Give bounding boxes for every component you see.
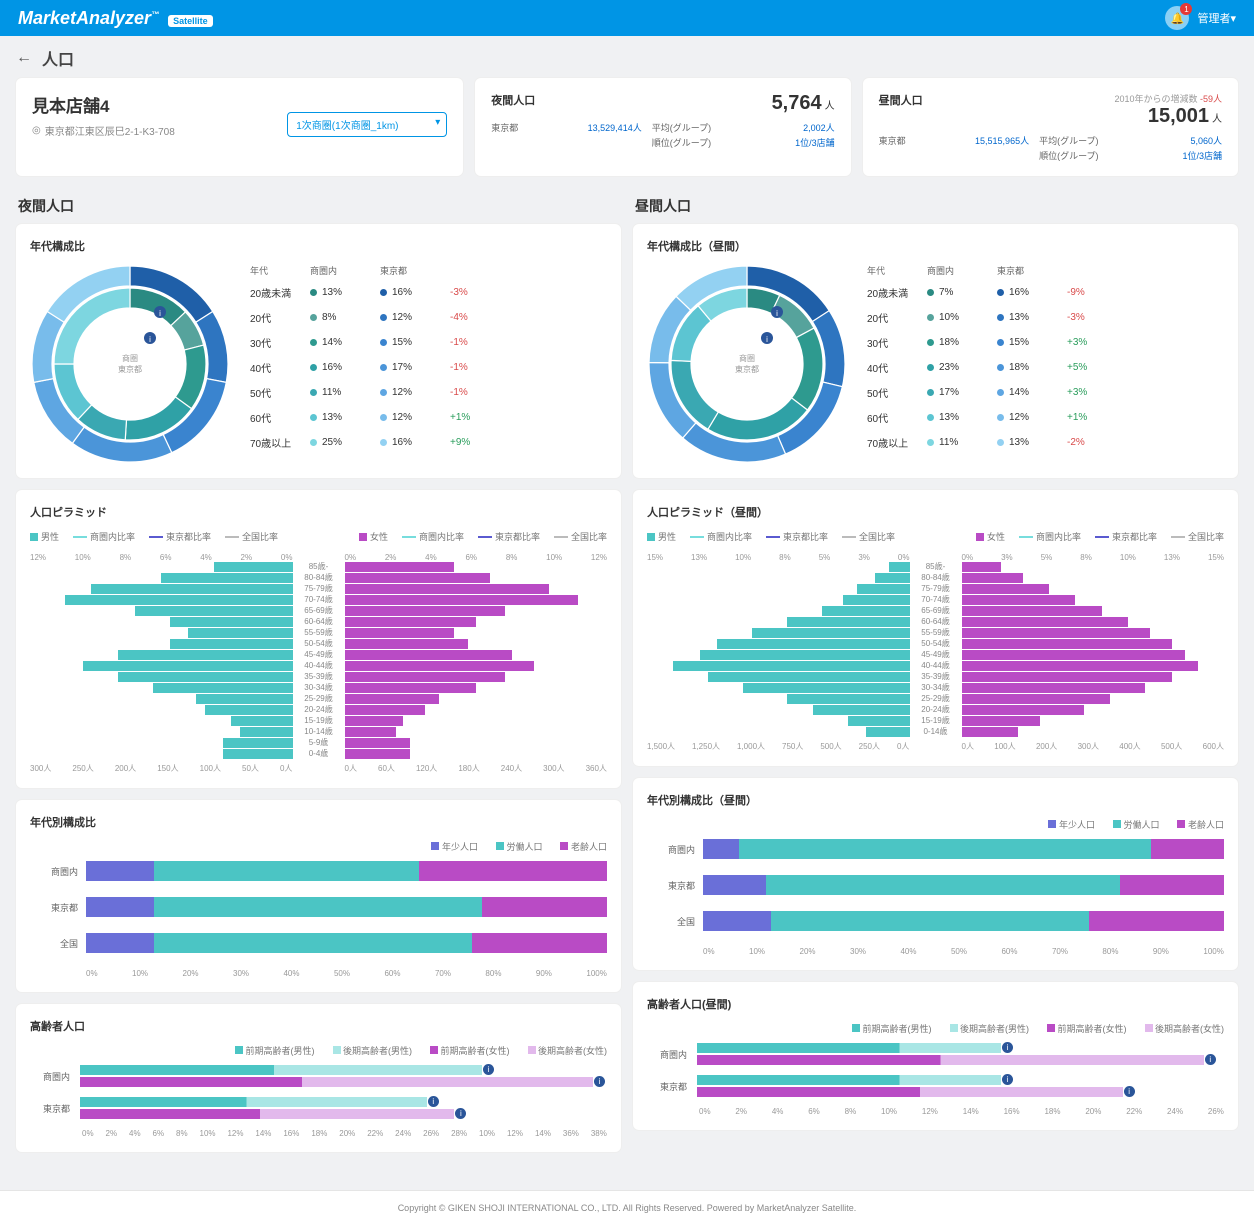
svg-text:i: i (159, 309, 161, 318)
age-donut-night: i i 商圏東京都 (30, 264, 230, 464)
elderly-bar-row: 東京都ii (647, 1075, 1224, 1097)
day-pop-unit: 人 (1212, 114, 1222, 125)
svg-text:i: i (149, 335, 151, 344)
info-icon[interactable]: i (428, 1096, 439, 1107)
brand-text: MarketAnalyzer (18, 8, 151, 28)
notifications-button[interactable]: 🔔 1 (1165, 6, 1189, 30)
day-pop-value: 15,001 (1148, 105, 1209, 127)
elderly-bar-row: 商圏内ii (647, 1043, 1224, 1065)
night-population-card: 夜間人口 5,764人 東京都13,529,414人平均(グループ)2,002人… (475, 78, 850, 176)
chevron-down-icon: ▾ (1230, 13, 1236, 25)
trade-area-dropdown[interactable]: 1次商圏(1次商圏_1km) (287, 112, 447, 137)
agegroup-day-panel: 年代別構成比（昼間） 年少人口 労働人口 老齢人口商圏内東京都全国0%10%20… (633, 778, 1238, 970)
day-pop-label: 昼間人口 (879, 92, 923, 108)
stacked-bar-row: 商圏内 (647, 839, 1224, 859)
agegroup-day-title: 年代別構成比（昼間） (647, 792, 1224, 808)
age-table-row: 30代14%15%-1% (250, 335, 607, 350)
info-icon[interactable]: i (1205, 1054, 1216, 1065)
donut-center-inner: 商圏 (735, 353, 759, 364)
pin-icon: ◎ (32, 125, 41, 136)
elderly-day-panel: 高齢者人口(昼間) 前期高齢者(男性) 後期高齢者(男性) 前期高齢者(女性) … (633, 982, 1238, 1130)
age-table-row: 40代23%18%+5% (867, 360, 1224, 375)
agegroup-night-title: 年代別構成比 (30, 814, 607, 830)
age-table-row: 60代13%12%+1% (250, 410, 607, 425)
age-donut-day: i i 商圏東京都 (647, 264, 847, 464)
info-icon[interactable]: i (455, 1108, 466, 1119)
topbar: MarketAnalyzer™ Satellite 🔔 1 管理者▾ (0, 0, 1254, 36)
elderly-day-title: 高齢者人口(昼間) (647, 996, 1224, 1012)
svg-text:i: i (766, 335, 768, 344)
age-table-night: 年代商圏内東京都20歳未満13%16%-3%20代8%12%-4%30代14%1… (250, 264, 607, 460)
back-button[interactable]: ← (16, 49, 32, 67)
night-pop-label: 夜間人口 (491, 92, 535, 108)
elderly-bar-row: 商圏内ii (30, 1065, 607, 1087)
age-table-row: 20歳未満13%16%-3% (250, 285, 607, 300)
brand-satellite-badge: Satellite (168, 15, 213, 27)
elderly-night-panel: 高齢者人口 前期高齢者(男性) 後期高齢者(男性) 前期高齢者(女性) 後期高齢… (16, 1004, 621, 1152)
notification-count-badge: 1 (1180, 3, 1192, 15)
pyramid-day-title: 人口ピラミッド（昼間） (647, 504, 1224, 520)
info-icon[interactable]: i (1002, 1042, 1013, 1053)
store-card: 見本店舗4 ◎ 東京都江東区辰巳2-1-K3-708 1次商圏(1次商圏_1km… (16, 78, 463, 176)
topbar-right: 🔔 1 管理者▾ (1165, 6, 1236, 30)
age-table-row: 60代13%12%+1% (867, 410, 1224, 425)
page-title-row: ← 人口 (16, 46, 1238, 70)
donut-center-outer: 東京都 (118, 364, 142, 375)
svg-text:i: i (776, 309, 778, 318)
stacked-bar-row: 商圏内 (30, 861, 607, 881)
info-icon[interactable]: i (1002, 1074, 1013, 1085)
donut-center-outer: 東京都 (735, 364, 759, 375)
donut-center-inner: 商圏 (118, 353, 142, 364)
user-menu-label: 管理者 (1197, 13, 1230, 25)
info-icon[interactable]: i (1124, 1086, 1135, 1097)
info-icon[interactable]: i (483, 1064, 494, 1075)
footer: Copyright © GIKEN SHOJI INTERNATIONAL CO… (0, 1190, 1254, 1225)
age-table-row: 70歳以上11%13%-2% (867, 435, 1224, 450)
stacked-bar-row: 全国 (647, 911, 1224, 931)
day-pop-sublabel: 2010年からの増減数 (1114, 94, 1197, 104)
day-pop-subval: -59人 (1200, 94, 1222, 104)
age-table-row: 20代8%12%-4% (250, 310, 607, 325)
agegroup-night-panel: 年代別構成比 年少人口 労働人口 老齢人口商圏内東京都全国0%10%20%30%… (16, 800, 621, 992)
info-icon[interactable]: i (594, 1076, 605, 1087)
stacked-bar-row: 全国 (30, 933, 607, 953)
age-ratio-day-title: 年代構成比（昼間） (647, 238, 1224, 254)
day-section-title: 昼間人口 (635, 196, 1238, 216)
page-title: 人口 (42, 46, 74, 70)
brand-tm: ™ (151, 10, 159, 19)
age-table-row: 50代11%12%-1% (250, 385, 607, 400)
pyramid-night-panel: 人口ピラミッド 男性商圏内比率東京都比率全国比率女性商圏内比率東京都比率全国比率… (16, 490, 621, 788)
age-table-day: 年代商圏内東京都20歳未満7%16%-9%20代10%13%-3%30代18%1… (867, 264, 1224, 460)
age-table-row: 30代18%15%+3% (867, 335, 1224, 350)
pyramid-night-title: 人口ピラミッド (30, 504, 607, 520)
age-table-row: 20代10%13%-3% (867, 310, 1224, 325)
age-ratio-night-panel: 年代構成比 ii 商圏東京都 年代商圏内東京都20歳未満13%16%-3%20代… (16, 224, 621, 478)
age-table-row: 50代17%14%+3% (867, 385, 1224, 400)
age-table-row: 40代16%17%-1% (250, 360, 607, 375)
age-ratio-day-panel: 年代構成比（昼間） ii 商圏東京都 年代商圏内東京都20歳未満7%16%-9%… (633, 224, 1238, 478)
age-table-row: 20歳未満7%16%-9% (867, 285, 1224, 300)
age-ratio-night-title: 年代構成比 (30, 238, 607, 254)
pyramid-day-panel: 人口ピラミッド（昼間） 男性商圏内比率東京都比率全国比率女性商圏内比率東京都比率… (633, 490, 1238, 766)
night-pop-value: 5,764 (772, 92, 822, 114)
night-pop-unit: 人 (825, 101, 835, 112)
elderly-night-title: 高齢者人口 (30, 1018, 607, 1034)
user-menu[interactable]: 管理者▾ (1197, 10, 1236, 26)
stacked-bar-row: 東京都 (647, 875, 1224, 895)
stacked-bar-row: 東京都 (30, 897, 607, 917)
elderly-bar-row: 東京都ii (30, 1097, 607, 1119)
age-table-row: 70歳以上25%16%+9% (250, 435, 607, 450)
brand: MarketAnalyzer™ Satellite (18, 8, 213, 29)
night-section-title: 夜間人口 (18, 196, 621, 216)
day-population-card: 昼間人口 2010年からの増減数 -59人 15,001人 東京都15,515,… (863, 78, 1238, 176)
store-address-text: 東京都江東区辰巳2-1-K3-708 (45, 123, 175, 138)
